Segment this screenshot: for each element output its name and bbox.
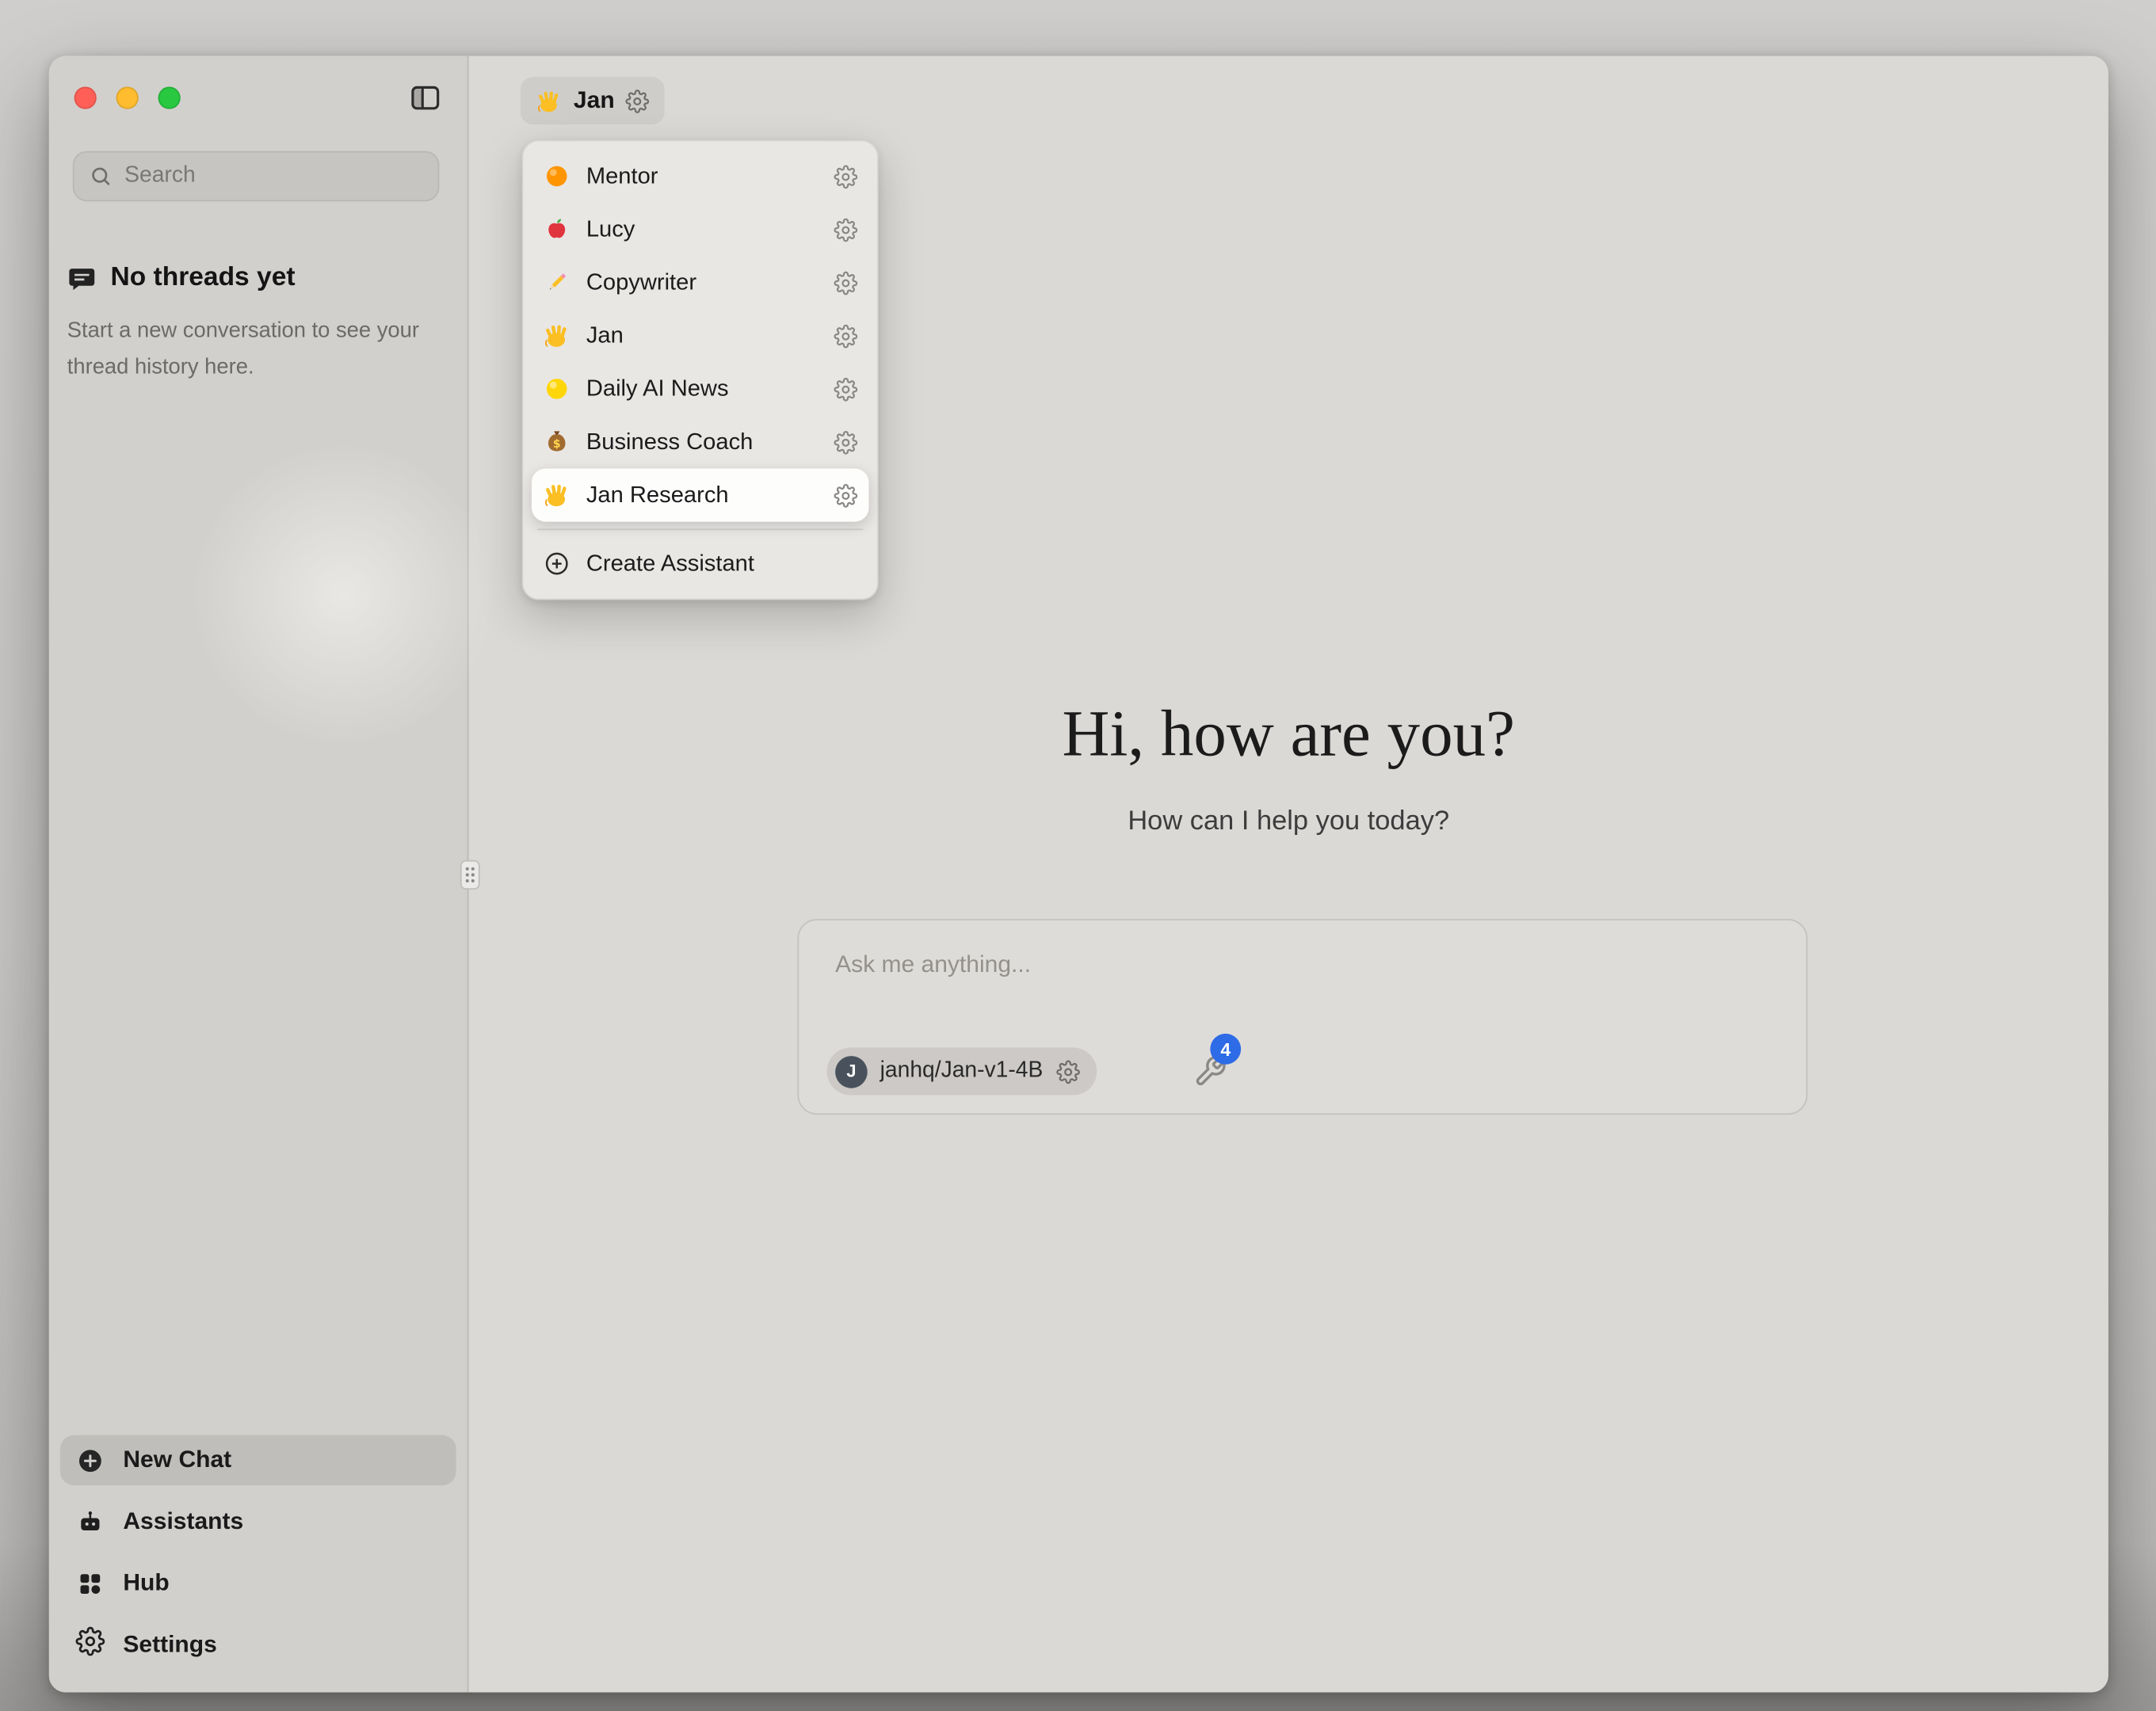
- hub-icon: [75, 1568, 105, 1598]
- assistant-menu-item-copywriter[interactable]: Copywriter: [532, 256, 869, 309]
- model-name: janhq/Jan-v1-4B: [880, 1059, 1044, 1084]
- assistant-menu-item-label: Daily AI News: [586, 375, 819, 402]
- create-assistant-item[interactable]: Create Assistant: [532, 537, 869, 590]
- assistant-menu-item-label: Jan: [586, 322, 819, 349]
- close-button[interactable]: [74, 86, 97, 109]
- svg-text:$: $: [553, 438, 561, 451]
- search-input[interactable]: [124, 164, 424, 189]
- assistant-item-settings-icon[interactable]: [834, 430, 857, 454]
- wave-icon: [536, 87, 563, 114]
- sidebar-item-hub[interactable]: Hub: [60, 1558, 456, 1609]
- sidebar-item-new-chat[interactable]: New Chat: [60, 1435, 456, 1486]
- assistant-item-settings-icon[interactable]: [834, 324, 857, 348]
- assistant-item-settings-icon[interactable]: [834, 218, 857, 242]
- traffic-lights: [74, 86, 181, 109]
- assistant-menu-item-daily-ai-news[interactable]: Daily AI News: [532, 362, 869, 415]
- assistant-menu-item-jan-research[interactable]: Jan Research: [532, 469, 869, 522]
- assistant-menu-item-label: Copywriter: [586, 269, 819, 296]
- assistant-selector-label: Jan: [574, 86, 615, 114]
- chat-bubble-icon: [67, 264, 97, 293]
- sidebar-toggle-icon[interactable]: [409, 81, 445, 114]
- tools-button[interactable]: 4: [1193, 1045, 1250, 1096]
- plus-circle-outline-icon: [543, 550, 570, 577]
- assistant-item-settings-icon[interactable]: [834, 164, 857, 188]
- sidebar: No threads yet Start a new conversation …: [49, 56, 469, 1693]
- orange-circle-icon: [543, 162, 570, 190]
- assistant-menu-item-mentor[interactable]: Mentor: [532, 150, 869, 203]
- assistant-menu-item-label: Jan Research: [586, 482, 819, 509]
- menu-divider: [537, 528, 863, 530]
- sidebar-resize-handle[interactable]: [460, 860, 480, 890]
- assistant-menu-item-label: Lucy: [586, 216, 819, 243]
- empty-state-subtitle: Start a new conversation to see your thr…: [67, 314, 420, 387]
- assistant-item-settings-icon[interactable]: [834, 377, 857, 401]
- create-assistant-label: Create Assistant: [586, 551, 858, 577]
- app-window: No threads yet Start a new conversation …: [49, 56, 2108, 1693]
- assistant-menu-item-lucy[interactable]: Lucy: [532, 203, 869, 256]
- assistant-menu-item-label: Mentor: [586, 163, 819, 190]
- tools-count-badge: 4: [1210, 1034, 1241, 1065]
- desktop: No threads yet Start a new conversation …: [0, 0, 2156, 1711]
- assistant-menu: Mentor Lucy Copywriter Jan Daily AI News…: [522, 140, 879, 600]
- sidebar-decor-blob: [189, 440, 496, 748]
- sidebar-nav-label: Hub: [123, 1569, 169, 1597]
- assistant-selector[interactable]: Jan: [521, 77, 665, 124]
- apple-icon: [543, 215, 570, 243]
- assistant-menu-item-label: Business Coach: [586, 429, 819, 455]
- sidebar-nav: New Chat Assistants Hub Settings: [60, 1435, 456, 1671]
- search-field: [73, 151, 440, 202]
- model-settings-icon[interactable]: [1055, 1060, 1079, 1084]
- empty-state-header: No threads yet: [67, 263, 296, 294]
- assistant-menu-item-business-coach[interactable]: $ Business Coach: [532, 415, 869, 468]
- model-selector[interactable]: J janhq/Jan-v1-4B: [827, 1048, 1097, 1096]
- model-avatar: J: [835, 1055, 868, 1088]
- zoom-button[interactable]: [158, 86, 181, 109]
- pencil-icon: [543, 269, 570, 296]
- sidebar-nav-label: Assistants: [123, 1507, 243, 1535]
- moneybag-icon: $: [543, 428, 570, 455]
- assistant-menu-list: Mentor Lucy Copywriter Jan Daily AI News…: [532, 150, 869, 522]
- assistant-settings-icon[interactable]: [626, 89, 650, 112]
- yellow-circle-icon: [543, 375, 570, 402]
- gear-dark-icon: [75, 1630, 105, 1660]
- greeting-title: Hi, how are you?: [469, 696, 2108, 772]
- search-icon: [88, 164, 113, 189]
- greeting-subtitle: How can I help you today?: [469, 806, 2108, 838]
- chat-input[interactable]: [835, 951, 1769, 1019]
- assistants-icon: [75, 1507, 105, 1537]
- sidebar-nav-label: Settings: [123, 1631, 216, 1659]
- sidebar-item-assistants[interactable]: Assistants: [60, 1496, 456, 1547]
- sidebar-item-settings[interactable]: Settings: [60, 1620, 456, 1671]
- assistant-menu-item-jan[interactable]: Jan: [532, 309, 869, 362]
- chat-composer: J janhq/Jan-v1-4B 4: [797, 919, 1807, 1115]
- assistant-item-settings-icon[interactable]: [834, 271, 857, 295]
- sidebar-nav-label: New Chat: [123, 1446, 231, 1474]
- main-area: Jan Mentor Lucy Copywriter Jan Daily AI …: [469, 56, 2108, 1693]
- empty-state-title: No threads yet: [110, 263, 295, 294]
- minimize-button[interactable]: [116, 86, 139, 109]
- plus-circle-icon: [75, 1446, 105, 1475]
- wave-icon: [543, 481, 570, 509]
- wave-icon: [543, 322, 570, 349]
- assistant-item-settings-icon[interactable]: [834, 483, 857, 507]
